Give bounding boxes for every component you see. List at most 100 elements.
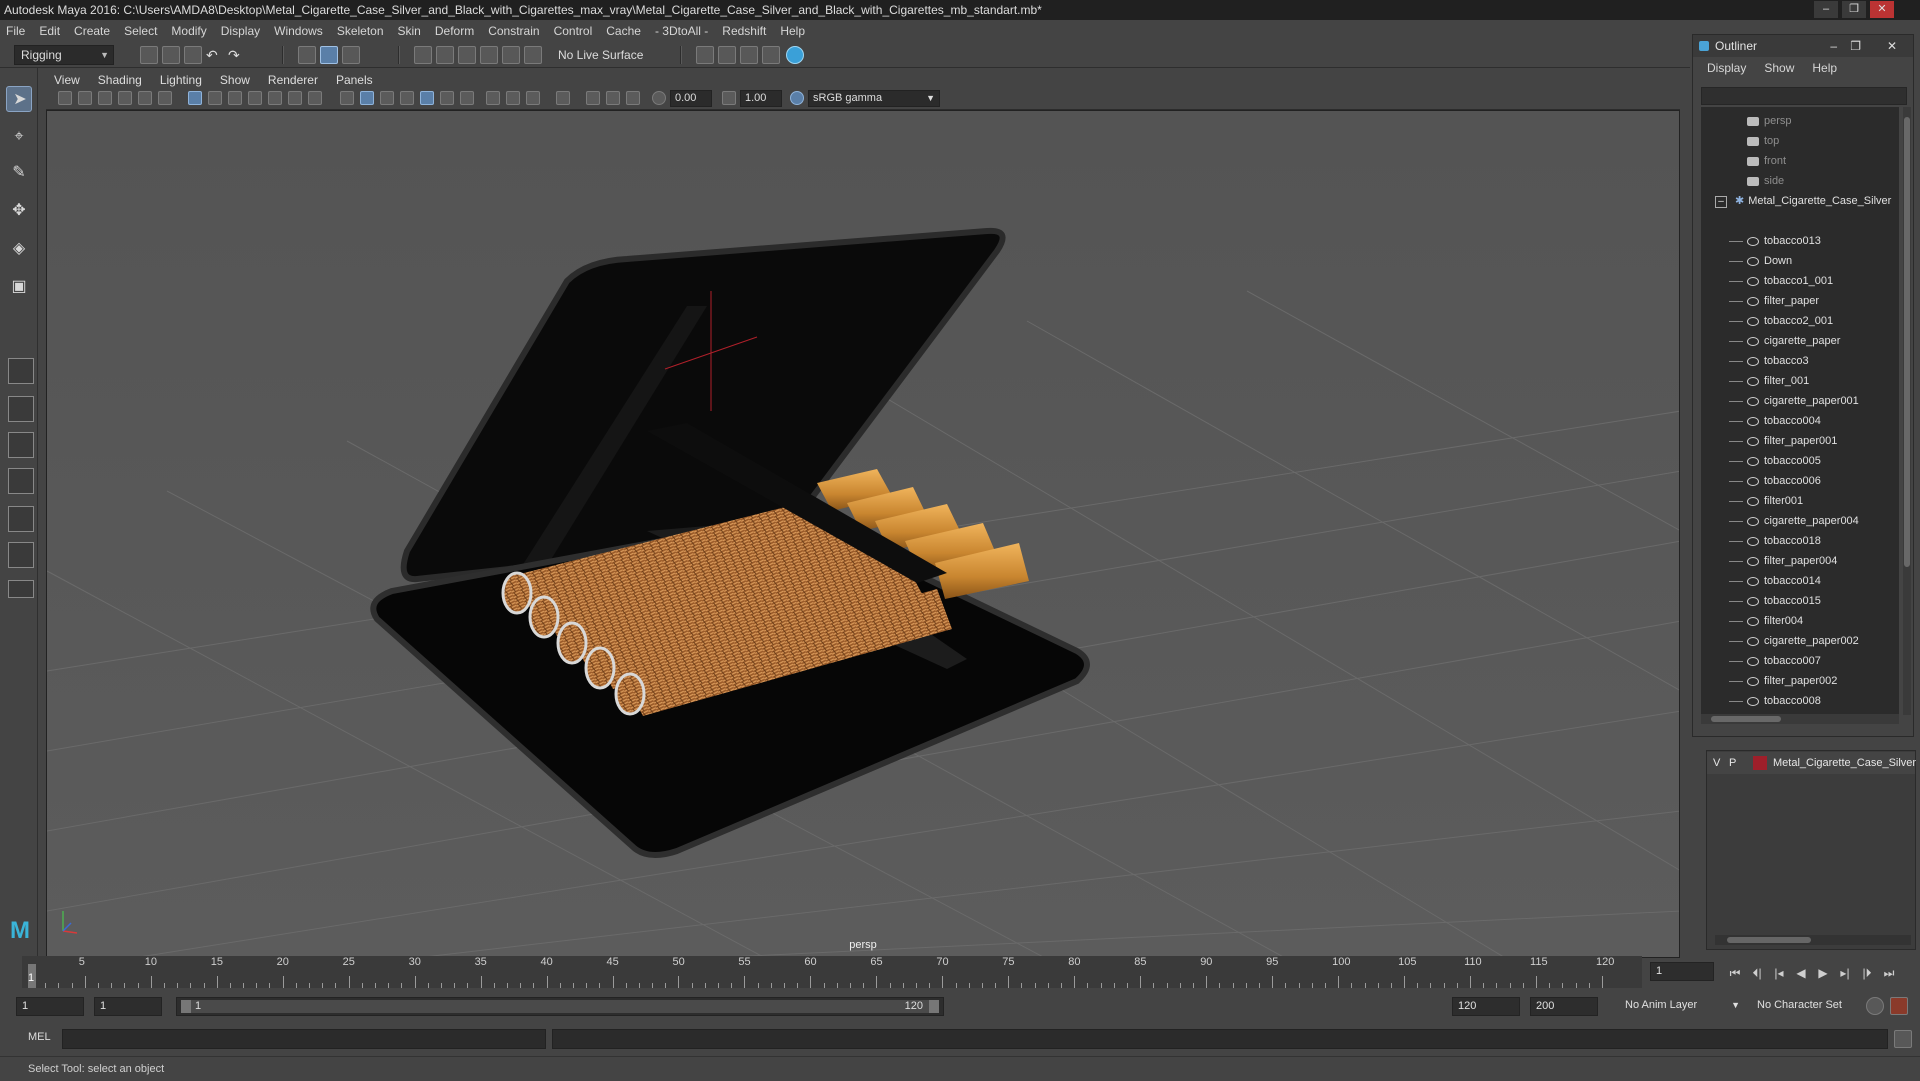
- bookmark-icon[interactable]: [98, 91, 112, 105]
- script-editor-icon[interactable]: [1894, 1030, 1912, 1048]
- menu-constrain[interactable]: Constrain: [488, 24, 539, 38]
- perspective-viewport[interactable]: persp: [46, 110, 1680, 958]
- viewport-menu-lighting[interactable]: Lighting: [160, 73, 202, 87]
- hypershade-icon[interactable]: [762, 46, 780, 64]
- menu-edit[interactable]: Edit: [39, 24, 60, 38]
- undo-icon[interactable]: ↶: [206, 46, 224, 64]
- menu-skin[interactable]: Skin: [398, 24, 421, 38]
- outliner-persp-layout-button[interactable]: [8, 468, 34, 494]
- isolate-select-icon[interactable]: [556, 91, 570, 105]
- step-forward-key-icon[interactable]: |⏵: [1858, 966, 1876, 980]
- range-slider[interactable]: 1 120: [176, 997, 944, 1016]
- textured-icon[interactable]: [400, 91, 414, 105]
- range-slider-fill[interactable]: [181, 1000, 939, 1013]
- render-settings-icon[interactable]: [740, 46, 758, 64]
- maximize-button[interactable]: ❐: [1842, 1, 1866, 18]
- menu-select[interactable]: Select: [124, 24, 157, 38]
- outliner-item[interactable]: filter004: [1729, 611, 1803, 631]
- outliner-item[interactable]: filter_paper002: [1729, 671, 1837, 691]
- layout-options-button[interactable]: [8, 580, 34, 598]
- snap-live-icon[interactable]: [502, 46, 520, 64]
- snap-view-plane-icon[interactable]: [480, 46, 498, 64]
- outliner-menu-display[interactable]: Display: [1707, 61, 1746, 75]
- outliner-item[interactable]: tobacco1_001: [1729, 271, 1833, 291]
- outliner-item[interactable]: cigarette_paper: [1729, 331, 1840, 351]
- viewport-menu-shading[interactable]: Shading: [98, 73, 142, 87]
- menuset-dropdown[interactable]: Rigging ▼: [14, 45, 114, 65]
- outliner-item[interactable]: tobacco007: [1729, 651, 1821, 671]
- range-end-handle[interactable]: [929, 1000, 939, 1013]
- playback-end-field[interactable]: 120: [1452, 997, 1520, 1016]
- field-chart-icon[interactable]: [268, 91, 282, 105]
- step-back-frame-icon[interactable]: |◂: [1770, 966, 1788, 980]
- outliner-camera-top[interactable]: top: [1747, 131, 1779, 151]
- exposure-field[interactable]: 0.00: [670, 90, 712, 107]
- menu-windows[interactable]: Windows: [274, 24, 323, 38]
- viewport-menu-show[interactable]: Show: [220, 73, 250, 87]
- ambient-occlusion-icon[interactable]: [460, 91, 474, 105]
- outliner-item[interactable]: cigarette_paper002: [1729, 631, 1859, 651]
- motion-blur-icon[interactable]: [486, 91, 500, 105]
- outliner-item[interactable]: filter_paper: [1729, 291, 1819, 311]
- outliner-item[interactable]: tobacco013: [1729, 231, 1821, 251]
- menu-help[interactable]: Help: [780, 24, 805, 38]
- color-space-dropdown[interactable]: sRGB gamma ▼: [808, 90, 940, 107]
- render-frame-icon[interactable]: [696, 46, 714, 64]
- multisample-icon[interactable]: [506, 91, 520, 105]
- graph-persp-layout-button[interactable]: [8, 506, 34, 532]
- menu-modify[interactable]: Modify: [171, 24, 206, 38]
- outliner-maximize-icon[interactable]: ❐: [1850, 35, 1861, 57]
- play-backwards-icon[interactable]: ◀: [1792, 966, 1810, 980]
- scene-end-field[interactable]: 200: [1530, 997, 1598, 1016]
- rotate-tool-button[interactable]: ◈: [6, 236, 32, 262]
- open-scene-icon[interactable]: [162, 46, 180, 64]
- anim-layer-dropdown[interactable]: No Anim Layer ▼: [1620, 997, 1744, 1016]
- command-language-label[interactable]: MEL: [28, 1031, 51, 1043]
- outliner-item[interactable]: tobacco008: [1729, 691, 1821, 711]
- scene-start-field[interactable]: 1: [16, 997, 84, 1016]
- redo-icon[interactable]: ↷: [228, 46, 246, 64]
- outliner-menu-show[interactable]: Show: [1764, 61, 1794, 75]
- outliner-group-root[interactable]: – ✱ Metal_Cigarette_Case_Silver: [1715, 191, 1891, 211]
- outliner-item[interactable]: filter001: [1729, 491, 1803, 511]
- xray-joints-icon[interactable]: [606, 91, 620, 105]
- single-perspective-layout-button[interactable]: [8, 358, 34, 384]
- display-layer-row[interactable]: V P Metal_Cigarette_Case_Silver: [1707, 752, 1916, 774]
- outliner-item[interactable]: cigarette_paper004: [1729, 511, 1859, 531]
- viewport-menu-renderer[interactable]: Renderer: [268, 73, 318, 87]
- xray-components-icon[interactable]: [626, 91, 640, 105]
- camera-attributes-icon[interactable]: [78, 91, 92, 105]
- wireframe-on-shaded-icon[interactable]: [380, 91, 394, 105]
- menu-skeleton[interactable]: Skeleton: [337, 24, 384, 38]
- select-tool-button[interactable]: ➤: [6, 86, 32, 112]
- snap-grid-icon[interactable]: [414, 46, 432, 64]
- outliner-minimize-icon[interactable]: –: [1830, 35, 1837, 57]
- layer-color-swatch[interactable]: [1753, 756, 1767, 770]
- grease-pencil-icon[interactable]: [158, 91, 172, 105]
- image-plane-icon[interactable]: [118, 91, 132, 105]
- render-view-icon[interactable]: [786, 46, 804, 64]
- scroll-thumb[interactable]: [1711, 716, 1781, 722]
- outliner-item[interactable]: tobacco006: [1729, 471, 1821, 491]
- move-tool-button[interactable]: ✥: [6, 198, 32, 224]
- outliner-item[interactable]: tobacco015: [1729, 591, 1821, 611]
- depth-of-field-icon[interactable]: [526, 91, 540, 105]
- outliner-item[interactable]: filter_paper001: [1729, 431, 1837, 451]
- outliner-item[interactable]: filter_001: [1729, 371, 1809, 391]
- select-by-hierarchy-icon[interactable]: [298, 46, 316, 64]
- layer-horizontal-scrollbar[interactable]: [1715, 935, 1911, 945]
- scale-tool-button[interactable]: ▣: [6, 274, 32, 300]
- wireframe-icon[interactable]: [340, 91, 354, 105]
- outliner-item[interactable]: filter_paper004: [1729, 551, 1837, 571]
- outliner-item[interactable]: cigarette_paper001: [1729, 391, 1859, 411]
- menu-deform[interactable]: Deform: [435, 24, 474, 38]
- play-forwards-icon[interactable]: ▶: [1814, 966, 1832, 980]
- time-slider[interactable]: 5 10 15 20 25 30 35 40 45 50 55 60 65 70 75 80 85 90 95 100…: [22, 956, 1642, 988]
- camera-select-icon[interactable]: [58, 91, 72, 105]
- gamma-icon[interactable]: [722, 91, 736, 105]
- outliner-item[interactable]: tobacco005: [1729, 451, 1821, 471]
- outliner-item[interactable]: tobacco004: [1729, 411, 1821, 431]
- menu-control[interactable]: Control: [554, 24, 593, 38]
- character-set-dropdown[interactable]: No Character Set: [1752, 997, 1862, 1016]
- two-d-pan-zoom-icon[interactable]: [138, 91, 152, 105]
